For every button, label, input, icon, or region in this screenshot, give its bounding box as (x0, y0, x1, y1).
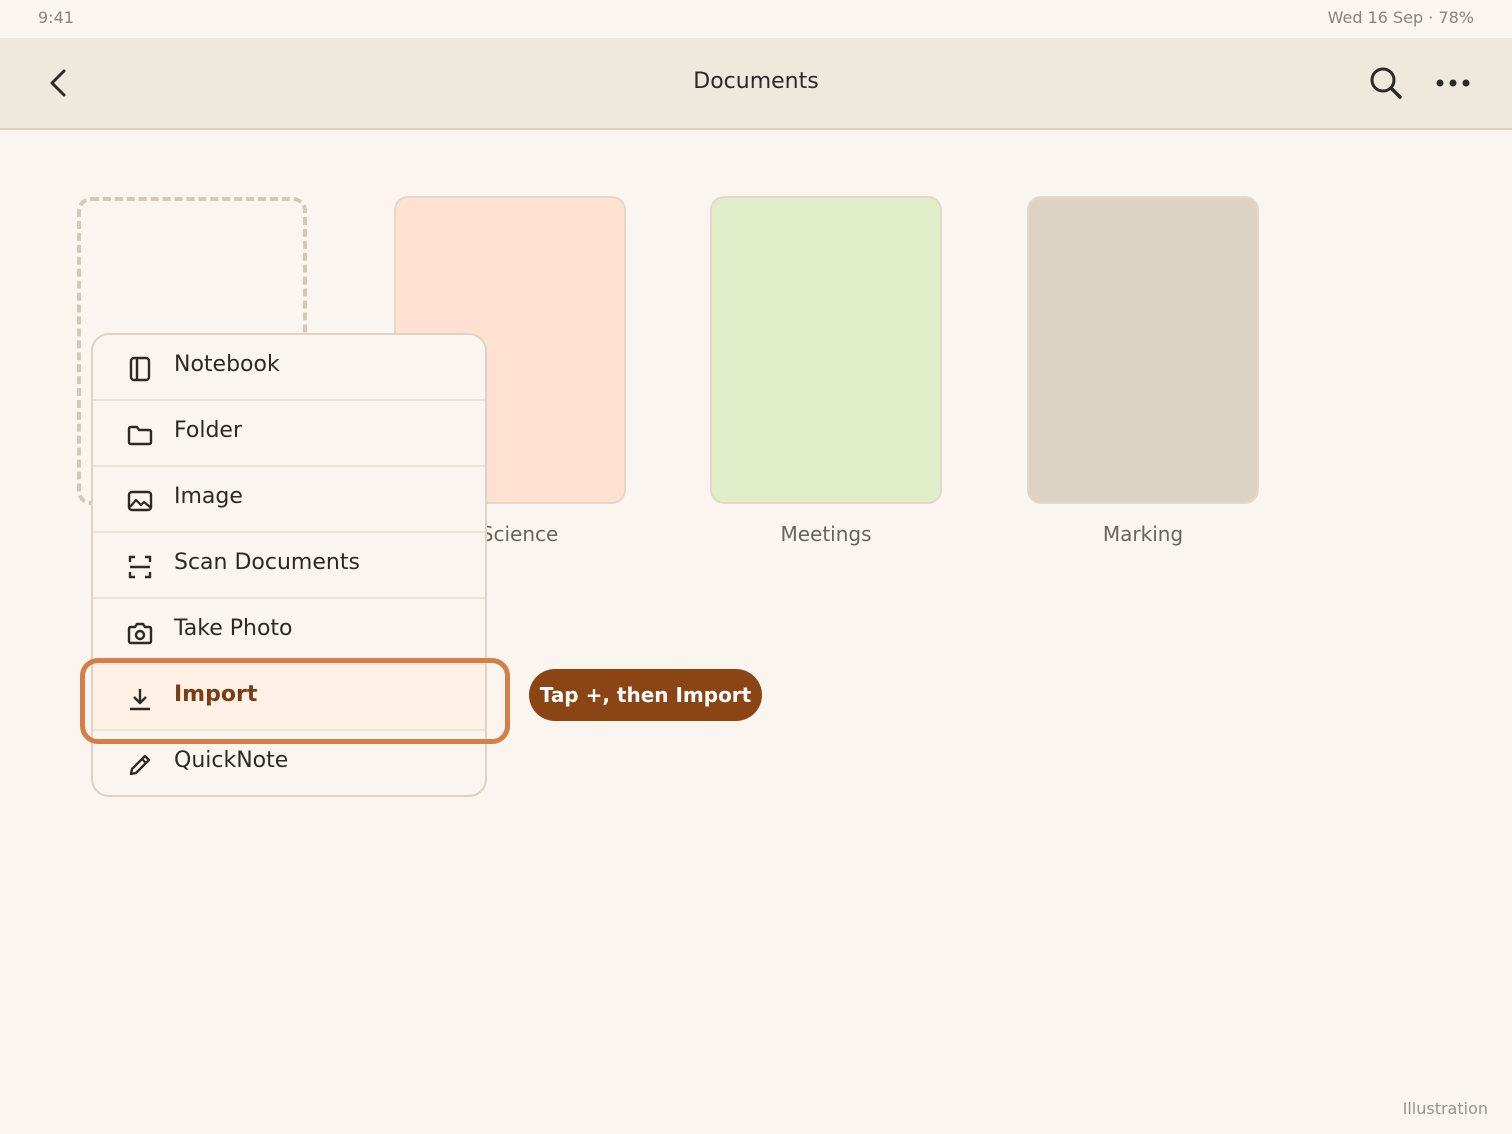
download-icon (130, 689, 150, 711)
status-date-battery: Wed 16 Sep · 78% (1327, 8, 1474, 27)
page-title: Documents (693, 69, 819, 94)
menu-label: Import (174, 682, 258, 707)
menu-label: Notebook (174, 352, 280, 377)
create-menu: Notebook Folder Image Scan Documents Tak… (91, 333, 487, 797)
menu-label: Take Photo (174, 616, 293, 641)
menu-item-take-photo[interactable]: Take Photo (93, 599, 485, 665)
menu-label: Folder (174, 418, 242, 443)
menu-item-scan-documents[interactable]: Scan Documents (93, 533, 485, 599)
search-button[interactable] (1366, 63, 1406, 103)
folder-icon (127, 425, 153, 446)
menu-item-quicknote[interactable]: QuickNote (93, 731, 485, 795)
notebook-tile-meetings[interactable] (710, 196, 942, 504)
status-time: 9:41 (38, 8, 74, 27)
image-icon (127, 490, 153, 512)
search-icon (1370, 67, 1402, 99)
nav-bar: Documents (0, 38, 1512, 130)
menu-label: QuickNote (174, 748, 289, 773)
menu-item-notebook[interactable]: Notebook (93, 335, 485, 401)
status-bar: 9:41 Wed 16 Sep · 78% (0, 0, 1512, 38)
camera-icon (127, 622, 153, 645)
menu-item-import[interactable]: Import (93, 665, 485, 731)
notebook-icon (129, 356, 151, 382)
hint-pill: Tap +, then Import (529, 669, 762, 721)
menu-label: Image (174, 484, 243, 509)
pencil-icon (129, 754, 151, 776)
menu-item-folder[interactable]: Folder (93, 401, 485, 467)
illustration-note: Illustration (1402, 1099, 1488, 1118)
more-button[interactable] (1433, 63, 1473, 103)
notebook-tile-marking[interactable] (1027, 196, 1259, 504)
menu-item-image[interactable]: Image (93, 467, 485, 533)
scan-icon (128, 555, 152, 579)
menu-label: Scan Documents (174, 550, 360, 575)
more-horizontal-icon (1436, 79, 1470, 87)
tile-label-meetings: Meetings (780, 522, 872, 546)
tile-label-marking: Marking (1102, 522, 1184, 546)
